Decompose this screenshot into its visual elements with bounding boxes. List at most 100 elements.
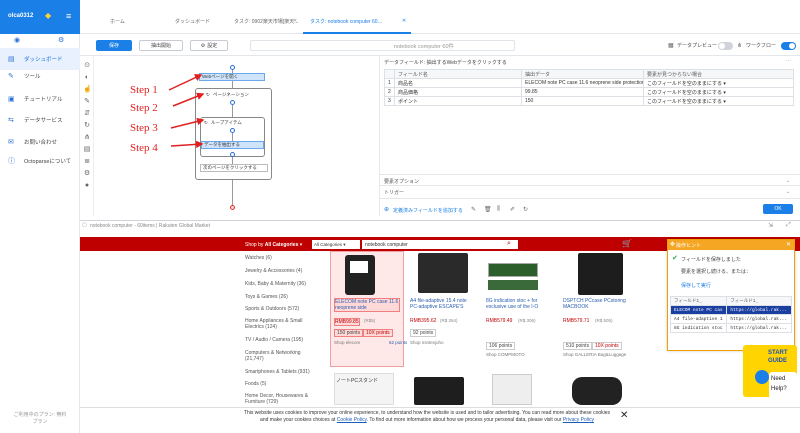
cookie-policy-link[interactable]: Cookie Policy — [337, 417, 367, 423]
product-price[interactable]: RMB395.62 — [410, 318, 436, 324]
settings-small-icon[interactable]: ⚙ — [83, 170, 91, 178]
cookie-close-icon[interactable]: ✕ — [620, 410, 628, 421]
product-title[interactable]: DSPTCH PCcase PCstoring MACBOOK — [563, 298, 629, 310]
tips-close-icon[interactable]: ✕ — [786, 241, 791, 248]
open-page-node[interactable]: Webページを開く — [199, 73, 265, 81]
category-item[interactable]: Computers & Networking (21,747) — [245, 350, 315, 362]
category-item[interactable]: Jewelry & Accessories (4) — [245, 268, 315, 274]
category-item[interactable]: Home Appliances & Small Electrics (124) — [245, 318, 315, 330]
pointer-icon[interactable]: ⊙ — [83, 62, 91, 70]
click-icon[interactable]: ☝ — [83, 86, 92, 94]
document-icon[interactable]: ▤ — [83, 146, 91, 154]
delete-icon[interactable]: 🗑 — [484, 206, 492, 213]
settings-button[interactable]: ⚙ 設定 — [190, 40, 228, 51]
user-name[interactable]: olca0312 — [8, 13, 33, 19]
product-price[interactable]: RMB99.85 — [334, 318, 360, 326]
trigger-section[interactable]: トリガー — [384, 189, 404, 196]
search-icon[interactable]: ⌕ — [507, 240, 511, 248]
category-select[interactable]: All Categories ▾ — [312, 240, 360, 249]
columns-icon[interactable]: ⫼ — [497, 206, 500, 213]
product-shop[interactable]: Shop GALLERIA Bag&Luggage — [563, 352, 626, 357]
sidebar-item-tutorial[interactable]: ▣ チュートリアル — [0, 88, 80, 110]
tab-close-icon[interactable]: ✕ — [293, 18, 297, 24]
tab-task-rakuten[interactable]: タスク: 0902楽天市場[楽天... — [234, 18, 298, 25]
privacy-policy-link[interactable]: Privacy Policy — [563, 417, 594, 423]
table-header: フィールド1_ — [726, 296, 792, 306]
category-item[interactable]: Watches (6) — [245, 255, 315, 261]
category-item[interactable]: Kids, Baby & Maternity (36) — [245, 281, 315, 287]
collapse-icon[interactable]: ⤢ — [786, 222, 791, 229]
chevron-down-icon[interactable]: ⌄ — [786, 189, 790, 195]
table-header: 要素が見つからない場合 — [643, 69, 794, 79]
product-points: 92 points — [410, 329, 437, 337]
chevron-down-icon[interactable]: ⌄ — [786, 178, 790, 184]
tab-home[interactable]: ホーム — [110, 18, 125, 25]
ok-button[interactable]: OK — [763, 204, 793, 214]
refresh-icon[interactable]: ↻ — [523, 206, 528, 213]
save-button[interactable]: 保存 — [96, 40, 132, 51]
shop-by-menu[interactable]: Shop by All Categories ▾ — [245, 242, 302, 248]
record-icon[interactable]: ● — [83, 182, 91, 190]
product-shop[interactable]: Shop elecom — [334, 340, 360, 345]
table-row[interactable]: 2 商品価格 99.85 このフィールドを空のままにする ▾ — [384, 87, 794, 97]
add-predefined-field-link[interactable]: 定義済みフィールドを追加する — [393, 207, 463, 214]
workflow-toggle[interactable] — [781, 42, 796, 50]
missing-action-cell[interactable]: このフィールドを空のままにする ▾ — [643, 96, 794, 106]
category-item[interactable]: Home Decor, Housewares & Furniture (729) — [245, 393, 315, 405]
add-circle-icon[interactable]: ⊕ — [384, 206, 389, 213]
loop-icon[interactable]: ↻ — [83, 122, 91, 130]
task-name-input[interactable]: notebook computer 60件 — [250, 40, 515, 51]
profile-icon[interactable]: ◉ — [14, 36, 20, 44]
next-page-node[interactable]: 次のページをクリックする — [200, 164, 268, 172]
category-item[interactable]: Foods (5) — [245, 381, 315, 387]
branch-icon[interactable]: ⋔ — [83, 134, 91, 142]
more-options-icon[interactable]: ⋯ — [786, 58, 791, 64]
sidebar-item-tools[interactable]: ✎ ツール — [0, 65, 80, 87]
save-and-run-link[interactable]: 保存して実行 — [681, 282, 711, 289]
edit-field-icon[interactable]: ✎ — [471, 206, 476, 213]
expand-icon[interactable]: ⇲ — [768, 222, 773, 229]
category-item[interactable]: Toys & Games (26) — [245, 294, 315, 300]
extract-data-node[interactable]: データを抽出する — [201, 141, 264, 149]
product-title[interactable]: A4 file-adaptive 15.4 note PC-adaptive E… — [410, 298, 476, 310]
product-price[interactable]: RMB579.49 — [486, 318, 512, 324]
settings-icon[interactable]: ⚙ — [58, 36, 64, 44]
stack-icon[interactable]: ≣ — [83, 158, 91, 166]
product-shop[interactable]: Shop COMPMOTO — [486, 352, 525, 357]
preview-toggle[interactable] — [718, 42, 733, 50]
scroll-icon[interactable]: ⇵ — [83, 110, 91, 118]
missing-action-cell[interactable]: このフィールドを空のままにする ▾ — [643, 87, 794, 97]
product-image-caption: ノートPCスタンド — [336, 378, 378, 384]
product-points[interactable]: 150 points — [334, 329, 364, 337]
category-item[interactable]: Smartphones & Tablets (931) — [245, 369, 315, 375]
missing-action-cell[interactable]: このフィールドを空のままにする ▾ — [643, 78, 794, 88]
field-name-cell[interactable]: 商品価格 — [394, 87, 522, 97]
tab-task-notebook[interactable]: タスク: notebook computer 60… — [310, 18, 383, 25]
edit-icon[interactable]: ✎ — [83, 98, 91, 106]
hamburger-menu-icon[interactable]: ≡ — [66, 12, 71, 21]
table-row[interactable]: 3 ポイント 150 このフィールドを空のままにする ▾ — [384, 96, 794, 106]
table-cell: https://global.rak... — [726, 305, 792, 315]
product-title[interactable]: ELECOM note PC case 11.6 neoprene side — [334, 298, 400, 312]
tab-dashboard[interactable]: ダッシュボード — [175, 18, 210, 25]
category-item[interactable]: Sports & Outdoors (572) — [245, 306, 315, 312]
globe-icon[interactable]: ◐ — [83, 74, 91, 82]
drag-handle-icon[interactable]: ✥ — [670, 241, 675, 248]
field-name-cell[interactable]: ポイント — [394, 96, 522, 106]
product-shop[interactable]: Shop mintexjoho — [410, 340, 444, 345]
sidebar-item-data-service[interactable]: ⇆ データサービス — [0, 109, 80, 131]
cart-icon[interactable]: 🛒 — [622, 239, 632, 248]
browser-address[interactable]: notebook computer - 60items | Rakuten Gl… — [90, 223, 210, 229]
search-input[interactable]: notebook computer — [362, 240, 518, 249]
table-row[interactable]: 1 商品名 ELECOM note PC case 11.6 neoprene … — [384, 78, 794, 88]
field-name-cell[interactable]: 商品名 — [394, 78, 522, 88]
step-1-arrow — [168, 74, 203, 91]
element-options-section[interactable]: 要素オプション — [384, 178, 419, 185]
product-title[interactable]: 8G indication stoc + for exclusive use o… — [486, 298, 552, 310]
edit-icon[interactable]: ✐ — [510, 206, 515, 213]
sidebar-item-about[interactable]: ⓘ Octoparseについて — [0, 150, 80, 172]
category-item[interactable]: TV / Audio / Camera (195) — [245, 337, 315, 343]
start-extraction-button[interactable]: 抽出開始 — [139, 40, 183, 51]
product-price[interactable]: RMB579.71 — [563, 318, 589, 324]
tab-close-icon[interactable]: ✕ — [402, 18, 406, 24]
